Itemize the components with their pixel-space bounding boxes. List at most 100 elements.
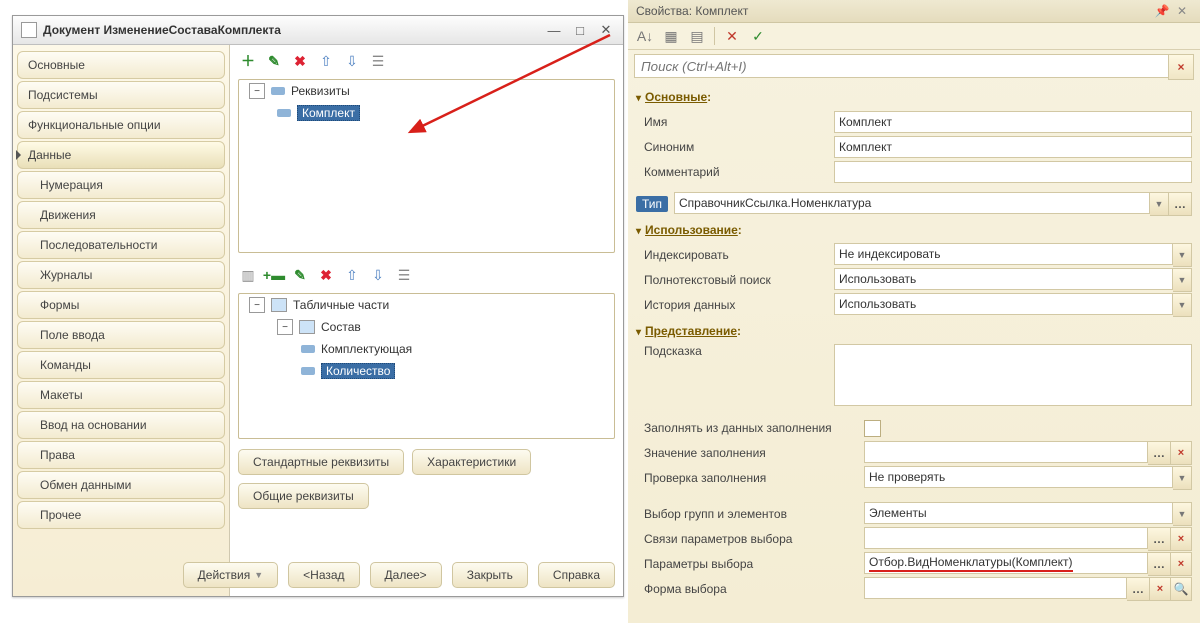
apply-icon[interactable]: ✓ <box>747 25 769 47</box>
pin-icon[interactable]: 📌 <box>1152 4 1172 18</box>
properties-icon[interactable]: ☰ <box>368 51 388 71</box>
tree-label: Состав <box>321 320 361 334</box>
edit-icon[interactable]: ✎ <box>290 265 310 285</box>
close-panel-icon[interactable]: ✕ <box>1172 4 1192 18</box>
fill-from-checkbox[interactable] <box>864 420 881 437</box>
choice-params-field[interactable]: Отбор.ВидНоменклатуры(Комплект) <box>864 552 1148 574</box>
tab-main[interactable]: Основные <box>17 51 225 79</box>
tree-row-kolichestvo[interactable]: Количество <box>239 360 614 382</box>
attributes-tree[interactable]: − Реквизиты Комплект <box>238 79 615 253</box>
properties-icon[interactable]: ☰ <box>394 265 414 285</box>
tree-row-root[interactable]: − Табличные части <box>239 294 614 316</box>
open-dialog-icon[interactable]: … <box>1127 577 1150 601</box>
dropdown-icon[interactable]: ▼ <box>1173 243 1192 267</box>
tab-subsystems[interactable]: Подсистемы <box>17 81 225 109</box>
collapse-icon[interactable]: − <box>249 83 265 99</box>
move-up-icon[interactable]: ⇧ <box>342 265 362 285</box>
history-select[interactable]: Использовать <box>834 293 1173 315</box>
tab-templates[interactable]: Макеты <box>17 381 225 409</box>
minimize-icon[interactable]: — <box>543 21 565 39</box>
maximize-icon[interactable]: □ <box>569 21 591 39</box>
categorized-icon[interactable]: ▦ <box>660 25 682 47</box>
sort-asc-icon[interactable]: A↓ <box>634 25 656 47</box>
index-select[interactable]: Не индексировать <box>834 243 1173 265</box>
tab-input-on-basis[interactable]: Ввод на основании <box>17 411 225 439</box>
tab-other[interactable]: Прочее <box>17 501 225 529</box>
search-input[interactable] <box>634 54 1168 78</box>
tab-journals[interactable]: Журналы <box>17 261 225 289</box>
close-icon[interactable]: ✕ <box>595 21 617 39</box>
next-button[interactable]: Далее> <box>370 562 442 588</box>
tab-input-field[interactable]: Поле ввода <box>17 321 225 349</box>
back-button[interactable]: <Назад <box>288 562 359 588</box>
delete-icon[interactable]: ✖ <box>290 51 310 71</box>
filter-icon[interactable]: ▤ <box>686 25 708 47</box>
comment-field[interactable] <box>834 161 1192 183</box>
tree-row-komplektuyushchaya[interactable]: Комплектующая <box>239 338 614 360</box>
properties-header[interactable]: Свойства: Комплект 📌 ✕ <box>628 0 1200 23</box>
open-dialog-icon[interactable]: … <box>1148 441 1171 465</box>
tab-data[interactable]: Данные <box>17 141 225 169</box>
section-main[interactable]: Основные: <box>636 86 1192 109</box>
properties-panel: Свойства: Комплект 📌 ✕ A↓ ▦ ▤ ✕ ✓ × Осно… <box>628 0 1200 623</box>
tab-movements[interactable]: Движения <box>17 201 225 229</box>
attribute-icon <box>301 345 315 353</box>
move-up-icon[interactable]: ⇧ <box>316 51 336 71</box>
choice-form-field[interactable] <box>864 577 1127 599</box>
collapse-icon[interactable]: − <box>277 319 293 335</box>
type-field[interactable] <box>674 192 1150 214</box>
clear-search-icon[interactable]: × <box>1168 54 1194 80</box>
standard-attributes-button[interactable]: Стандартные реквизиты <box>238 449 404 475</box>
fill-value-field[interactable] <box>864 441 1148 463</box>
dropdown-icon[interactable]: ▼ <box>1173 293 1192 317</box>
tab-func-options[interactable]: Функциональные опции <box>17 111 225 139</box>
tab-forms[interactable]: Формы <box>17 291 225 319</box>
clear-value-icon[interactable]: × <box>1171 552 1192 576</box>
open-dialog-icon[interactable]: … <box>1148 527 1171 551</box>
characteristics-button[interactable]: Характеристики <box>412 449 531 475</box>
dropdown-icon[interactable]: ▼ <box>1150 192 1169 216</box>
tab-commands[interactable]: Команды <box>17 351 225 379</box>
tab-rights[interactable]: Права <box>17 441 225 469</box>
dropdown-icon[interactable]: ▼ <box>1173 268 1192 292</box>
dropdown-icon[interactable]: ▼ <box>1173 502 1192 526</box>
tree-row-sostav[interactable]: − Состав <box>239 316 614 338</box>
move-down-icon[interactable]: ⇩ <box>342 51 362 71</box>
tab-numbering[interactable]: Нумерация <box>17 171 225 199</box>
tree-row-root[interactable]: − Реквизиты <box>239 80 614 102</box>
open-dialog-icon[interactable]: … <box>1169 192 1192 216</box>
actions-button[interactable]: Действия <box>183 562 279 588</box>
clear-value-icon[interactable]: × <box>1171 527 1192 551</box>
tab-sequences[interactable]: Последовательности <box>17 231 225 259</box>
tab-label: Макеты <box>40 388 83 402</box>
add-section-icon[interactable]: +▬ <box>264 265 284 285</box>
window-titlebar[interactable]: Документ ИзменениеСоставаКомплекта — □ ✕ <box>13 16 623 45</box>
fulltext-select[interactable]: Использовать <box>834 268 1173 290</box>
dropdown-icon[interactable]: ▼ <box>1173 466 1192 490</box>
list-icon[interactable]: ▥ <box>238 265 258 285</box>
collapse-icon[interactable]: − <box>249 297 265 313</box>
tree-row-komplekt[interactable]: Комплект <box>239 102 614 124</box>
clear-value-icon[interactable]: × <box>1171 441 1192 465</box>
hint-field[interactable] <box>834 344 1192 406</box>
clear-value-icon[interactable]: × <box>1150 577 1171 601</box>
close-button[interactable]: Закрыть <box>452 562 528 588</box>
move-down-icon[interactable]: ⇩ <box>368 265 388 285</box>
name-field[interactable] <box>834 111 1192 133</box>
magnifier-icon[interactable]: 🔍 <box>1171 577 1192 601</box>
param-links-field[interactable] <box>864 527 1148 549</box>
synonym-field[interactable] <box>834 136 1192 158</box>
tabular-tree[interactable]: − Табличные части − Состав Комплектующая <box>238 293 615 439</box>
groups-select[interactable]: Элементы <box>864 502 1173 524</box>
common-attributes-button[interactable]: Общие реквизиты <box>238 483 369 509</box>
fill-check-select[interactable]: Не проверять <box>864 466 1173 488</box>
clear-icon[interactable]: ✕ <box>721 25 743 47</box>
section-presentation[interactable]: Представление: <box>636 320 1192 343</box>
delete-icon[interactable]: ✖ <box>316 265 336 285</box>
tab-exchange[interactable]: Обмен данными <box>17 471 225 499</box>
edit-icon[interactable]: ✎ <box>264 51 284 71</box>
section-use[interactable]: Использование: <box>636 219 1192 242</box>
add-icon[interactable]: ＋ <box>238 51 258 71</box>
help-button[interactable]: Справка <box>538 562 615 588</box>
open-dialog-icon[interactable]: … <box>1148 552 1171 576</box>
